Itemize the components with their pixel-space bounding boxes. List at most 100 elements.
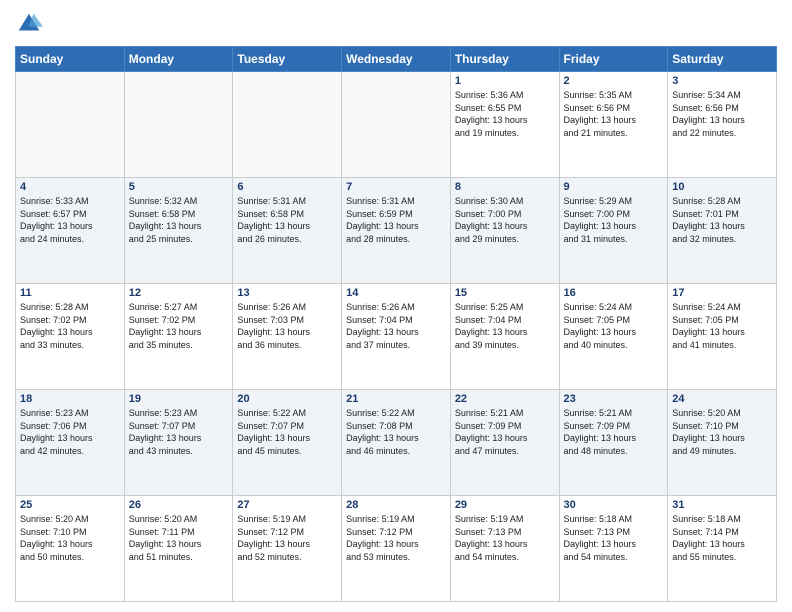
calendar-week-row: 4 Sunrise: 5:33 AM Sunset: 6:57 PM Daylig…: [16, 178, 777, 284]
calendar-day-cell: [342, 72, 451, 178]
calendar-day-cell: 28 Sunrise: 5:19 AM Sunset: 7:12 PM Dayli…: [342, 496, 451, 602]
day-number: 3: [672, 75, 772, 87]
day-info: Sunrise: 5:32 AM Sunset: 6:58 PM Dayligh…: [129, 195, 229, 245]
day-info: Sunrise: 5:29 AM Sunset: 7:00 PM Dayligh…: [564, 195, 664, 245]
calendar-table: SundayMondayTuesdayWednesdayThursdayFrid…: [15, 46, 777, 602]
calendar-week-row: 18 Sunrise: 5:23 AM Sunset: 7:06 PM Dayli…: [16, 390, 777, 496]
day-info: Sunrise: 5:19 AM Sunset: 7:13 PM Dayligh…: [455, 513, 555, 563]
day-info: Sunrise: 5:23 AM Sunset: 7:06 PM Dayligh…: [20, 407, 120, 457]
day-info: Sunrise: 5:31 AM Sunset: 6:58 PM Dayligh…: [237, 195, 337, 245]
calendar-day-cell: [233, 72, 342, 178]
calendar-day-cell: 17 Sunrise: 5:24 AM Sunset: 7:05 PM Dayli…: [668, 284, 777, 390]
day-number: 6: [237, 181, 337, 193]
calendar-week-row: 1 Sunrise: 5:36 AM Sunset: 6:55 PM Daylig…: [16, 72, 777, 178]
calendar-day-cell: 2Sunrise: 5:35 AM Sunset: 6:56 PM Daylig…: [559, 72, 668, 178]
calendar-day-cell: 9 Sunrise: 5:29 AM Sunset: 7:00 PM Daylig…: [559, 178, 668, 284]
day-number: 31: [672, 499, 772, 511]
day-number: 24: [672, 393, 772, 405]
day-number: 12: [129, 287, 229, 299]
day-info: Sunrise: 5:28 AM Sunset: 7:01 PM Dayligh…: [672, 195, 772, 245]
day-number: 28: [346, 499, 446, 511]
day-info: Sunrise: 5:24 AM Sunset: 7:05 PM Dayligh…: [564, 301, 664, 351]
calendar-day-cell: 22 Sunrise: 5:21 AM Sunset: 7:09 PM Dayli…: [450, 390, 559, 496]
calendar-day-cell: 13 Sunrise: 5:26 AM Sunset: 7:03 PM Dayli…: [233, 284, 342, 390]
header: [15, 10, 777, 38]
calendar-day-cell: [16, 72, 125, 178]
calendar-day-cell: 26 Sunrise: 5:20 AM Sunset: 7:11 PM Dayli…: [124, 496, 233, 602]
day-number: 4: [20, 181, 120, 193]
day-number: 20: [237, 393, 337, 405]
day-number: 5: [129, 181, 229, 193]
day-number: 10: [672, 181, 772, 193]
day-info: Sunrise: 5:20 AM Sunset: 7:10 PM Dayligh…: [672, 407, 772, 457]
day-info: Sunrise: 5:25 AM Sunset: 7:04 PM Dayligh…: [455, 301, 555, 351]
day-number: 14: [346, 287, 446, 299]
calendar-day-cell: 6 Sunrise: 5:31 AM Sunset: 6:58 PM Daylig…: [233, 178, 342, 284]
logo: [15, 10, 47, 38]
day-info: Sunrise: 5:31 AM Sunset: 6:59 PM Dayligh…: [346, 195, 446, 245]
calendar-day-cell: 7 Sunrise: 5:31 AM Sunset: 6:59 PM Daylig…: [342, 178, 451, 284]
day-info: Sunrise: 5:18 AM Sunset: 7:13 PM Dayligh…: [564, 513, 664, 563]
day-number: 1: [455, 75, 555, 87]
calendar-day-cell: 4 Sunrise: 5:33 AM Sunset: 6:57 PM Daylig…: [16, 178, 125, 284]
day-number: 18: [20, 393, 120, 405]
calendar-day-cell: 24 Sunrise: 5:20 AM Sunset: 7:10 PM Dayli…: [668, 390, 777, 496]
logo-icon: [15, 10, 43, 38]
day-info: Sunrise: 5:30 AM Sunset: 7:00 PM Dayligh…: [455, 195, 555, 245]
day-number: 30: [564, 499, 664, 511]
weekday-header: Monday: [124, 47, 233, 72]
day-number: 22: [455, 393, 555, 405]
day-number: 23: [564, 393, 664, 405]
calendar-day-cell: 25 Sunrise: 5:20 AM Sunset: 7:10 PM Dayli…: [16, 496, 125, 602]
day-number: 9: [564, 181, 664, 193]
day-info: Sunrise: 5:26 AM Sunset: 7:04 PM Dayligh…: [346, 301, 446, 351]
day-info: Sunrise: 5:24 AM Sunset: 7:05 PM Dayligh…: [672, 301, 772, 351]
day-number: 13: [237, 287, 337, 299]
weekday-header: Thursday: [450, 47, 559, 72]
calendar-day-cell: 3 Sunrise: 5:34 AM Sunset: 6:56 PM Daylig…: [668, 72, 777, 178]
day-info: Sunrise: 5:19 AM Sunset: 7:12 PM Dayligh…: [346, 513, 446, 563]
calendar-week-row: 11Sunrise: 5:28 AM Sunset: 7:02 PM Dayli…: [16, 284, 777, 390]
calendar-day-cell: 5 Sunrise: 5:32 AM Sunset: 6:58 PM Daylig…: [124, 178, 233, 284]
calendar-day-cell: 8 Sunrise: 5:30 AM Sunset: 7:00 PM Daylig…: [450, 178, 559, 284]
weekday-header: Friday: [559, 47, 668, 72]
day-info: Sunrise: 5:19 AM Sunset: 7:12 PM Dayligh…: [237, 513, 337, 563]
day-number: 7: [346, 181, 446, 193]
calendar-day-cell: 20 Sunrise: 5:22 AM Sunset: 7:07 PM Dayli…: [233, 390, 342, 496]
weekday-header: Tuesday: [233, 47, 342, 72]
calendar-day-cell: 11Sunrise: 5:28 AM Sunset: 7:02 PM Dayli…: [16, 284, 125, 390]
day-number: 26: [129, 499, 229, 511]
day-number: 11: [20, 287, 120, 299]
calendar-header-row: SundayMondayTuesdayWednesdayThursdayFrid…: [16, 47, 777, 72]
calendar-week-row: 25 Sunrise: 5:20 AM Sunset: 7:10 PM Dayli…: [16, 496, 777, 602]
day-info: Sunrise: 5:22 AM Sunset: 7:07 PM Dayligh…: [237, 407, 337, 457]
calendar-day-cell: 30 Sunrise: 5:18 AM Sunset: 7:13 PM Dayli…: [559, 496, 668, 602]
day-number: 25: [20, 499, 120, 511]
day-info: Sunrise: 5:35 AM Sunset: 6:56 PM Dayligh…: [564, 89, 664, 139]
calendar-day-cell: 27 Sunrise: 5:19 AM Sunset: 7:12 PM Dayli…: [233, 496, 342, 602]
day-number: 27: [237, 499, 337, 511]
day-number: 8: [455, 181, 555, 193]
day-info: Sunrise: 5:21 AM Sunset: 7:09 PM Dayligh…: [455, 407, 555, 457]
day-info: Sunrise: 5:33 AM Sunset: 6:57 PM Dayligh…: [20, 195, 120, 245]
day-info: Sunrise: 5:20 AM Sunset: 7:10 PM Dayligh…: [20, 513, 120, 563]
day-number: 19: [129, 393, 229, 405]
day-info: Sunrise: 5:23 AM Sunset: 7:07 PM Dayligh…: [129, 407, 229, 457]
day-info: Sunrise: 5:20 AM Sunset: 7:11 PM Dayligh…: [129, 513, 229, 563]
calendar-day-cell: 18 Sunrise: 5:23 AM Sunset: 7:06 PM Dayli…: [16, 390, 125, 496]
calendar-day-cell: 1 Sunrise: 5:36 AM Sunset: 6:55 PM Daylig…: [450, 72, 559, 178]
day-info: Sunrise: 5:34 AM Sunset: 6:56 PM Dayligh…: [672, 89, 772, 139]
calendar-day-cell: 12Sunrise: 5:27 AM Sunset: 7:02 PM Dayli…: [124, 284, 233, 390]
weekday-header: Saturday: [668, 47, 777, 72]
day-info: Sunrise: 5:36 AM Sunset: 6:55 PM Dayligh…: [455, 89, 555, 139]
page: SundayMondayTuesdayWednesdayThursdayFrid…: [0, 0, 792, 612]
calendar-day-cell: 29 Sunrise: 5:19 AM Sunset: 7:13 PM Dayli…: [450, 496, 559, 602]
calendar-day-cell: 10 Sunrise: 5:28 AM Sunset: 7:01 PM Dayli…: [668, 178, 777, 284]
calendar-day-cell: [124, 72, 233, 178]
day-info: Sunrise: 5:26 AM Sunset: 7:03 PM Dayligh…: [237, 301, 337, 351]
day-number: 29: [455, 499, 555, 511]
day-number: 17: [672, 287, 772, 299]
weekday-header: Wednesday: [342, 47, 451, 72]
weekday-header: Sunday: [16, 47, 125, 72]
day-number: 21: [346, 393, 446, 405]
